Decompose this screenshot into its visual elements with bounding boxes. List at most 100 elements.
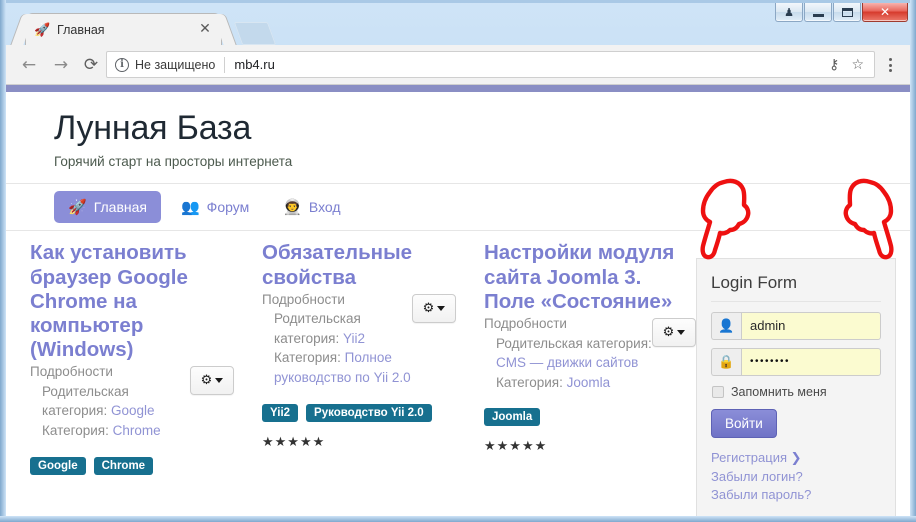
security-label: Не защищено [135, 57, 216, 72]
article-meta-row: Подробности Родительская категория: Goog… [30, 362, 234, 440]
astronaut-icon: 👨‍🚀 [283, 197, 302, 216]
username-input[interactable]: admin [741, 312, 881, 340]
nav-item-login[interactable]: 👨‍🚀 Вход [269, 191, 354, 223]
article-parent-category: Родительская категория: CMS — движки сай… [484, 334, 652, 373]
chevron-down-icon [437, 305, 446, 311]
login-form-heading: Login Form [711, 273, 881, 302]
tab-title: Главная [57, 22, 105, 37]
gear-icon: ⚙ [662, 324, 675, 340]
login-submit-button[interactable]: Войти [711, 409, 777, 438]
omnibox-actions: ⚷ ☆ [829, 57, 868, 73]
nav-item-home-label: Главная [93, 199, 147, 216]
window-frame-bottom [0, 516, 916, 522]
register-link[interactable]: Регистрация ❯ [711, 450, 881, 466]
article-settings-button[interactable]: ⚙ [652, 317, 696, 347]
chevron-down-icon [677, 329, 686, 335]
article-tags: Yii2 Руководство Yii 2.0 [262, 403, 456, 422]
article-parent-category: Родительская категория: Yii2 [262, 309, 412, 348]
site-title: Лунная База [54, 109, 252, 147]
chrome-menu-icon[interactable] [882, 56, 898, 74]
page-top-accent-bar [6, 85, 910, 92]
remember-me-checkbox[interactable] [712, 386, 724, 398]
omnibox-divider [224, 56, 226, 73]
bookmark-star-icon[interactable]: ☆ [851, 57, 864, 73]
category-prefix: Категория: [274, 350, 345, 366]
article-category: Категория: Полное руководство по Yii 2.0 [262, 348, 412, 387]
category-prefix: Категория: [496, 374, 567, 390]
register-link-label: Регистрация [711, 450, 787, 465]
page-content: Лунная База Горячий старт на просторы ин… [6, 92, 910, 516]
people-forum-icon: 👥 [180, 197, 200, 216]
password-input[interactable]: •••••••• [741, 348, 881, 376]
article-details-label: Подробности [484, 315, 567, 331]
article-card: Настройки модуля сайта Joomla 3. Поле «С… [470, 241, 710, 474]
page-viewport: Лунная База Горячий старт на просторы ин… [6, 85, 910, 516]
article-rating-stars[interactable]: ★★★★★ [262, 435, 456, 450]
category-prefix: Категория: [42, 423, 113, 439]
nav-item-login-label: Вход [308, 199, 341, 216]
site-header: Лунная База Горячий старт на просторы ин… [6, 92, 910, 169]
tab-strip: 🚀 Главная ✕ [6, 14, 910, 45]
info-icon[interactable]: i [115, 57, 129, 72]
password-input-group: 🔒 •••••••• [711, 348, 881, 376]
article-meta-row: Подробности Родительская категория: CMS … [484, 314, 696, 392]
user-icon: 👤 [711, 312, 741, 340]
article-category: Категория: Joomla [484, 373, 652, 393]
tab-close-icon[interactable]: ✕ [197, 21, 213, 38]
article-tags: Joomla [484, 408, 696, 427]
remember-me-label: Запомнить меня [731, 385, 827, 399]
browser-tab[interactable]: 🚀 Главная ✕ [26, 14, 221, 45]
nav-item-forum[interactable]: 👥 Форум [167, 191, 263, 223]
new-tab-button[interactable] [233, 22, 277, 45]
login-links: Регистрация ❯ Забыли логин? Забыли парол… [711, 450, 881, 502]
article-meta: Подробности Родительская категория: Goog… [30, 362, 190, 440]
category-link[interactable]: Joomla [567, 375, 611, 390]
forgot-login-link[interactable]: Забыли логин? [711, 469, 881, 484]
address-bar[interactable]: i Не защищено mb4.ru ⚷ ☆ [106, 51, 875, 78]
remember-me-row[interactable]: Запомнить меня [712, 385, 881, 399]
tag-badge[interactable]: Joomla [484, 408, 541, 427]
article-tags: Google Chrome [30, 456, 234, 475]
tag-badge[interactable]: Руководство Yii 2.0 [306, 403, 432, 422]
browser-toolbar: ← → ⟳ i Не защищено mb4.ru ⚷ ☆ [6, 45, 910, 85]
parent-category-link[interactable]: Google [111, 403, 155, 418]
parent-category-prefix: Родительская категория: [496, 335, 652, 351]
article-rating-stars[interactable]: ★★★★★ [484, 439, 696, 454]
back-icon[interactable]: ← [18, 54, 40, 76]
article-details-label: Подробности [262, 291, 345, 307]
url-text: mb4.ru [234, 57, 275, 72]
tag-badge[interactable]: Chrome [93, 456, 154, 475]
forgot-password-link[interactable]: Забыли пароль? [711, 487, 881, 502]
reload-icon[interactable]: ⟳ [80, 54, 102, 76]
chevron-down-icon [215, 378, 224, 384]
article-parent-category: Родительская категория: Google [30, 382, 190, 421]
chevron-right-icon: ❯ [790, 451, 802, 466]
username-input-group: 👤 admin [711, 312, 881, 340]
article-meta: Подробности Родительская категория: CMS … [484, 314, 652, 392]
article-settings-button[interactable]: ⚙ [412, 293, 456, 323]
article-title-link[interactable]: Настройки модуля сайта Joomla 3. Поле «С… [484, 241, 674, 312]
article-details-label: Подробности [30, 364, 113, 380]
site-tagline: Горячий старт на просторы интернета [54, 154, 293, 170]
forward-icon[interactable]: → [50, 54, 72, 76]
category-link[interactable]: Chrome [113, 423, 161, 438]
article-card: Обязательные свойства Подробности Родите… [248, 241, 470, 474]
article-category: Категория: Chrome [30, 421, 190, 441]
article-card: Как установить браузер Google Chrome на … [16, 241, 248, 475]
article-title-link[interactable]: Как установить браузер Google Chrome на … [30, 241, 188, 361]
site-navigation: 🚀 Главная 👥 Форум 👨‍🚀 Вход [6, 183, 910, 232]
login-form-module: Login Form 👤 admin 🔒 •••••••• Запомнить … [696, 258, 896, 516]
parent-category-link[interactable]: Yii2 [343, 331, 365, 346]
article-title-link[interactable]: Обязательные свойства [262, 241, 412, 288]
nav-item-home[interactable]: 🚀 Главная [54, 191, 161, 224]
tag-badge[interactable]: Google [30, 456, 86, 475]
article-meta-row: Подробности Родительская категория: Yii2… [262, 290, 456, 388]
article-settings-button[interactable]: ⚙ [190, 366, 234, 396]
rocket-icon: 🚀 [68, 197, 87, 216]
browser-window: ♟ ✕ 🚀 Главная ✕ ← → ⟳ i Не защищено mb4.… [0, 0, 916, 522]
key-icon[interactable]: ⚷ [829, 57, 839, 73]
gear-icon: ⚙ [422, 300, 435, 316]
parent-category-link[interactable]: CMS — движки сайтов [496, 355, 638, 370]
lock-icon: 🔒 [711, 348, 741, 376]
tag-badge[interactable]: Yii2 [262, 403, 299, 422]
